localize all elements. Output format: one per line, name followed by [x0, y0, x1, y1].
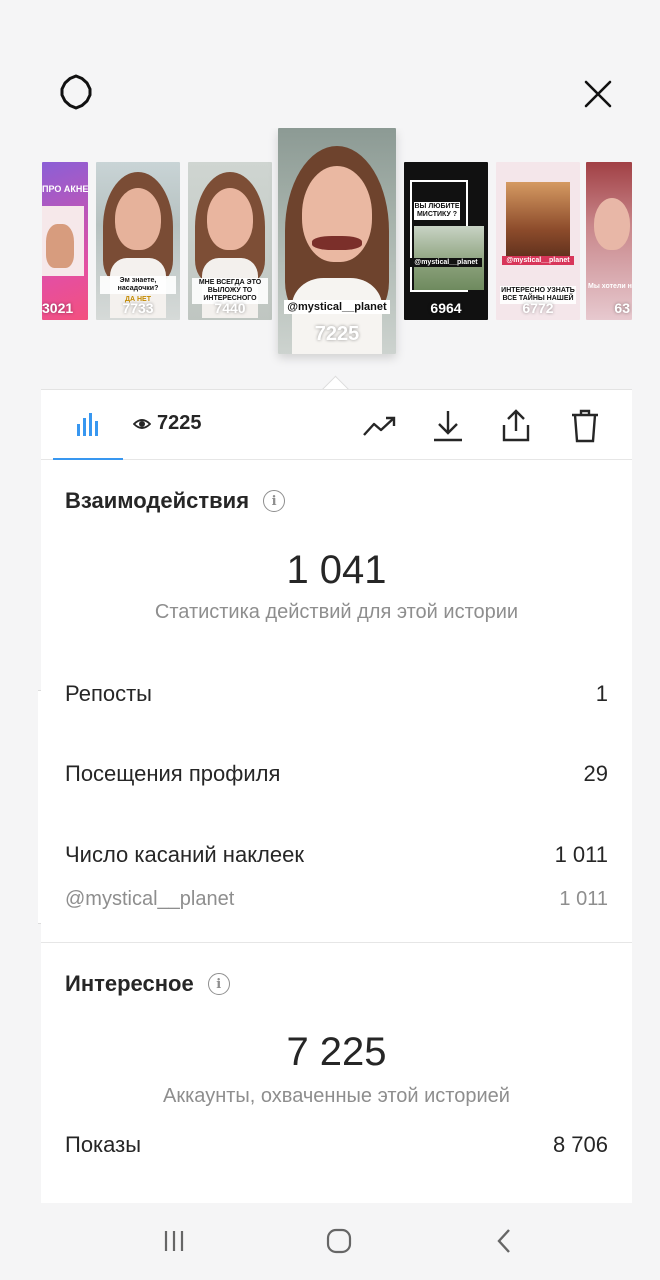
section-divider: [41, 942, 632, 943]
story-view-count: 7440: [214, 300, 246, 316]
share-icon: [502, 409, 530, 442]
story-mention-sticker: @mystical__planet: [502, 256, 574, 265]
back-icon: [497, 1229, 510, 1253]
stat-sub-row: @mystical__planet 1 011: [65, 888, 608, 911]
story-view-count: 6964: [430, 300, 462, 316]
insights-panel: 7225 Взаимодействия i 1 041 Статистика д…: [41, 389, 632, 1203]
promote-button[interactable]: [361, 408, 399, 444]
section-title: Взаимодействия: [65, 488, 250, 513]
eye-icon: [133, 418, 151, 429]
story-image: [115, 188, 161, 250]
interactions-total: 1 041: [286, 548, 387, 592]
views-count: 7225: [157, 412, 202, 434]
story-insights-screen: ПРО АКНЕ 3021 Эм знаете, насадочки? ДА Н…: [0, 0, 660, 1280]
info-icon[interactable]: i: [207, 973, 230, 995]
stat-row: Посещения профиля 29: [65, 761, 608, 787]
delete-button[interactable]: [566, 408, 604, 444]
stat-value: 1 011: [554, 842, 608, 867]
story-image: [506, 182, 570, 262]
info-icon[interactable]: i: [263, 490, 286, 512]
story-image: [46, 224, 74, 268]
story-view-count: 6772: [522, 300, 554, 316]
back-button[interactable]: [484, 1223, 524, 1259]
story-caption: ПРО АКНЕ: [42, 184, 88, 194]
story-image: [207, 188, 253, 250]
story-thumbnail[interactable]: ВЫ ЛЮБИТЕ МИСТИКУ ? @mystical__planet 69…: [404, 162, 488, 320]
home-icon: [326, 1228, 352, 1254]
story-thumbnail-selected[interactable]: @mystical__planet 7225: [278, 128, 396, 354]
story-thumbnail[interactable]: @mystical__planet ИНТЕРЕСНО УЗНАТЬ ВСЕ Т…: [496, 162, 580, 320]
story-mention-sticker: @mystical__planet: [284, 300, 390, 314]
stat-label: Число касаний наклеек: [65, 842, 304, 867]
home-button[interactable]: [319, 1223, 359, 1259]
download-icon: [434, 411, 462, 442]
discovery-total: 7 225: [286, 1030, 387, 1074]
story-strip[interactable]: ПРО АКНЕ 3021 Эм знаете, насадочки? ДА Н…: [42, 128, 632, 388]
story-thumbnail[interactable]: Эм знаете, насадочки? ДА НЕТ 7733: [96, 162, 180, 320]
stat-label: @mystical__planet: [65, 888, 235, 910]
story-image: [594, 198, 630, 250]
stat-value: 1: [595, 681, 608, 706]
discovery-caption: Аккаунты, охваченные этой историей: [163, 1085, 510, 1107]
tab-insights[interactable]: [53, 390, 123, 460]
story-image: [312, 236, 362, 250]
share-button[interactable]: [497, 408, 535, 444]
stat-row: Число касаний наклеек 1 011: [65, 842, 608, 868]
stat-value: 1 011: [559, 888, 608, 910]
story-view-count: 7733: [122, 300, 154, 316]
story-view-count: 3021: [42, 300, 74, 316]
download-button[interactable]: [429, 408, 467, 444]
close-icon: [584, 80, 612, 108]
story-thumbnail[interactable]: ПРО АКНЕ 3021: [42, 162, 88, 320]
story-caption: Мы хотели на: [588, 283, 632, 290]
stat-value: 29: [583, 761, 608, 786]
recent-apps-button[interactable]: [154, 1223, 194, 1259]
story-mention-sticker: @mystical__planet: [410, 258, 482, 267]
trend-icon: [363, 416, 396, 436]
discovery-header: Интересное i: [65, 971, 230, 997]
system-nav-bar: [0, 1203, 660, 1280]
interactions-header: Взаимодействия i: [65, 488, 286, 514]
story-caption: ВЫ ЛЮБИТЕ МИСТИКУ ?: [414, 202, 460, 220]
stat-label: Посещения профиля: [65, 761, 281, 786]
settings-icon: [60, 74, 92, 110]
section-title: Интересное: [65, 971, 194, 996]
story-view-count: 7225: [314, 323, 360, 345]
stat-row: Репосты 1: [65, 681, 608, 707]
close-button[interactable]: [576, 72, 620, 116]
recent-apps-icon: [164, 1231, 184, 1251]
stat-label: Репосты: [65, 681, 152, 706]
bar-chart-icon: [77, 413, 98, 436]
story-caption: Эм знаете, насадочки?: [100, 276, 176, 294]
stat-value: 8 706: [552, 1132, 608, 1157]
viewers-tab[interactable]: 7225: [133, 412, 202, 435]
trash-icon: [572, 409, 598, 443]
interactions-caption: Статистика действий для этой истории: [154, 601, 519, 623]
story-thumbnail[interactable]: МНЕ ВСЕГДА ЭТО ВЫЛОЖУ ТО ИНТЕРЕСНОГО 744…: [188, 162, 272, 320]
insights-toolbar: 7225: [41, 390, 632, 460]
story-view-count: 63: [614, 300, 630, 316]
settings-button[interactable]: [54, 70, 98, 114]
stat-label: Показы: [65, 1132, 142, 1157]
stat-row: Показы 8 706: [65, 1132, 608, 1158]
selection-pointer: [321, 374, 351, 390]
story-thumbnail[interactable]: Мы хотели на 63: [586, 162, 632, 320]
